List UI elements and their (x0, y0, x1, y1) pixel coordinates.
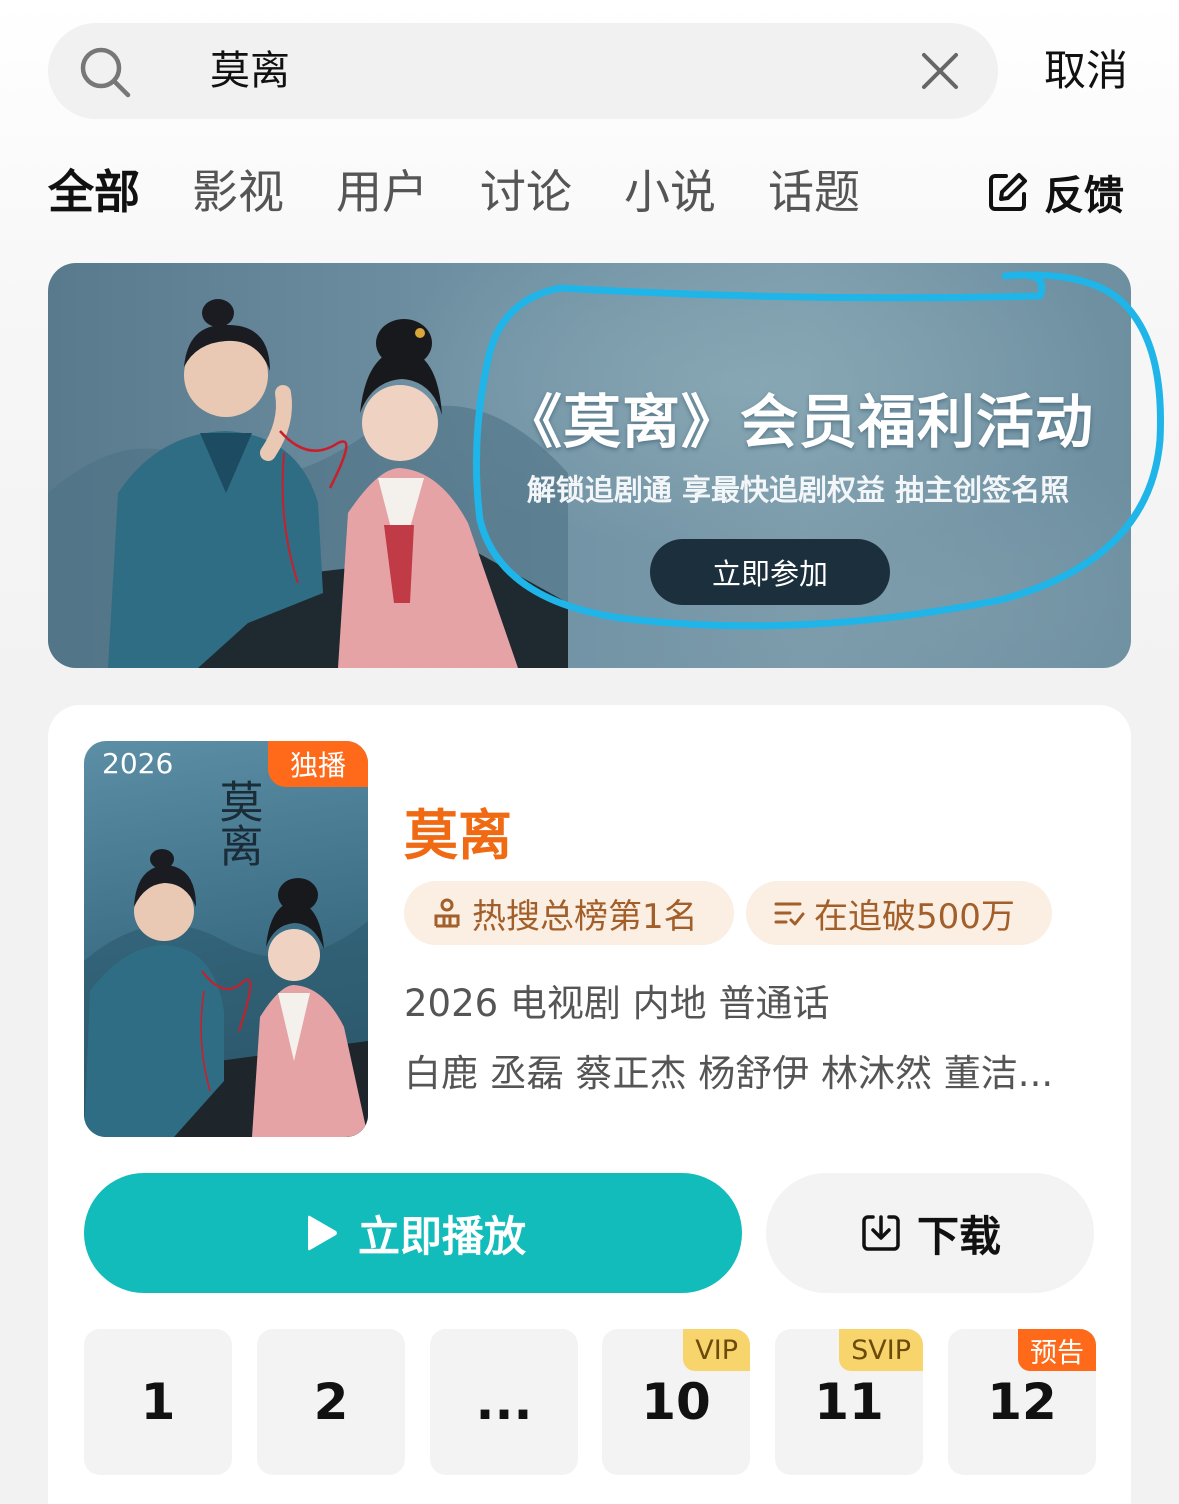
banner-subtitle: 解锁追剧通 享最快追剧权益 抽主创签名照 (526, 473, 1070, 507)
tab-all[interactable]: 全部 (48, 160, 140, 224)
episode-2[interactable]: 2 (257, 1329, 405, 1475)
feedback-label: 反馈 (1044, 173, 1124, 219)
edit-icon (989, 173, 1027, 211)
episode-10[interactable]: VIP 10 (602, 1329, 750, 1475)
poster[interactable]: 莫离 2026 独播 (84, 741, 368, 1137)
episode-number: 10 (641, 1373, 711, 1431)
followers-tag[interactable]: 在追破500万 (746, 881, 1052, 945)
episode-number: 12 (987, 1373, 1057, 1431)
play-now-button[interactable]: 立即播放 (84, 1173, 742, 1293)
search-bar[interactable]: 莫离 (48, 23, 998, 119)
clear-icon[interactable] (920, 51, 960, 91)
search-icon (80, 47, 131, 98)
trailer-badge: 预告 (1018, 1329, 1096, 1371)
svip-badge: SVIP (839, 1329, 923, 1371)
category-tabs: 全部 影视 用户 讨论 小说 话题 (48, 160, 912, 224)
tab-novel[interactable]: 小说 (624, 160, 716, 224)
download-button[interactable]: 下载 (766, 1173, 1094, 1293)
promo-banner[interactable]: 《莫离》会员福利活动 解锁追剧通 享最快追剧权益 抽主创签名照 立即参加 (48, 263, 1131, 668)
hot-search-label: 热搜总榜第1名 (472, 896, 698, 937)
episode-number: 2 (313, 1373, 349, 1431)
followers-label: 在追破500万 (814, 896, 1015, 937)
cast-list: 白鹿 丞磊 蔡正杰 杨舒伊 林沐然 董洁... (404, 1052, 1054, 1095)
vip-badge: VIP (683, 1329, 750, 1371)
play-now-label: 立即播放 (357, 1211, 526, 1261)
tab-discussion[interactable]: 讨论 (480, 160, 572, 224)
cancel-button[interactable]: 取消 (1044, 43, 1128, 99)
exclusive-badge: 独播 (268, 741, 368, 787)
episode-number: ... (475, 1373, 533, 1431)
download-label: 下载 (916, 1211, 1001, 1261)
play-icon (307, 1215, 337, 1251)
tab-topic[interactable]: 话题 (768, 160, 860, 224)
poster-title-art: 莫离 (212, 779, 263, 867)
episode-1[interactable]: 1 (84, 1329, 232, 1475)
tab-video[interactable]: 影视 (192, 160, 284, 224)
feedback-button[interactable]: 反馈 (986, 162, 1124, 222)
episode-list: 1 2 ... VIP 10 SVIP 11 预告 12 (84, 1329, 1096, 1477)
episode-12[interactable]: 预告 12 (948, 1329, 1096, 1475)
download-icon (862, 1215, 900, 1251)
hot-search-tag[interactable]: 热搜总榜第1名 (404, 881, 734, 945)
episode-more[interactable]: ... (430, 1329, 578, 1475)
banner-characters-image (48, 299, 568, 668)
search-input[interactable]: 莫离 (210, 47, 290, 95)
result-title[interactable]: 莫离 (404, 791, 512, 870)
episode-number: 11 (814, 1373, 884, 1431)
banner-title: 《莫离》会员福利活动 (503, 388, 1094, 456)
tab-users[interactable]: 用户 (336, 160, 428, 224)
episode-number: 1 (140, 1373, 176, 1431)
list-check-icon (774, 902, 805, 926)
ranking-icon (434, 898, 460, 928)
episode-11[interactable]: SVIP 11 (775, 1329, 923, 1475)
join-now-button[interactable]: 立即参加 (650, 539, 890, 605)
svg-text:莫离: 莫离 (212, 779, 263, 867)
poster-year: 2026 (102, 747, 174, 780)
result-card: 莫离 2026 独播 莫离 热搜总榜第1名 在追破500万 2026 电视剧 内… (48, 705, 1131, 1504)
meta-info: 2026 电视剧 内地 普通话 (404, 982, 830, 1025)
